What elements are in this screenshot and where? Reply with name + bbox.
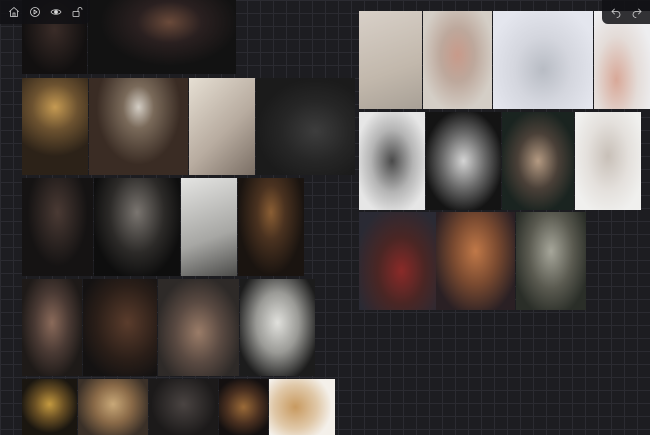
image-card[interactable]	[181, 178, 237, 276]
image-card[interactable]	[502, 112, 574, 210]
image-card[interactable]	[575, 112, 641, 210]
image-card[interactable]	[22, 78, 88, 175]
play-button[interactable]	[26, 4, 43, 21]
image-card[interactable]	[516, 212, 586, 310]
image-card[interactable]	[158, 279, 239, 376]
image-card[interactable]	[493, 11, 593, 109]
image-card[interactable]	[594, 11, 650, 109]
home-button[interactable]	[5, 4, 22, 21]
image-card[interactable]	[219, 379, 268, 435]
image-card[interactable]	[359, 11, 422, 109]
image-card[interactable]	[240, 279, 315, 376]
image-card[interactable]	[359, 212, 436, 310]
image-card[interactable]	[22, 178, 93, 276]
image-card[interactable]	[149, 379, 218, 435]
canvas-toolbar-left	[0, 0, 90, 24]
image-card[interactable]	[436, 212, 515, 310]
image-card[interactable]	[94, 178, 180, 276]
image-card[interactable]	[89, 78, 188, 175]
image-card[interactable]	[83, 279, 157, 376]
image-card[interactable]	[426, 112, 501, 210]
image-card[interactable]	[238, 178, 304, 276]
play-icon	[29, 7, 40, 17]
home-icon	[8, 7, 19, 17]
redo-button[interactable]	[628, 4, 645, 21]
image-card[interactable]	[269, 379, 335, 435]
image-card[interactable]	[78, 379, 148, 435]
moodboard-canvas[interactable]	[0, 0, 650, 435]
image-card[interactable]	[256, 78, 355, 175]
image-card[interactable]	[423, 11, 492, 109]
undo-icon	[611, 8, 620, 18]
image-card[interactable]	[359, 112, 425, 210]
image-card[interactable]	[88, 0, 236, 74]
image-card[interactable]	[189, 78, 255, 175]
canvas-toolbar-right	[602, 0, 650, 24]
redo-icon	[632, 8, 641, 18]
undo-button[interactable]	[607, 4, 624, 21]
image-card[interactable]	[22, 379, 77, 435]
lock-toggle-button[interactable]	[68, 4, 85, 21]
unlock-icon	[72, 7, 82, 17]
eye-icon	[50, 9, 61, 15]
image-card[interactable]	[22, 279, 82, 376]
preview-button[interactable]	[47, 4, 64, 21]
